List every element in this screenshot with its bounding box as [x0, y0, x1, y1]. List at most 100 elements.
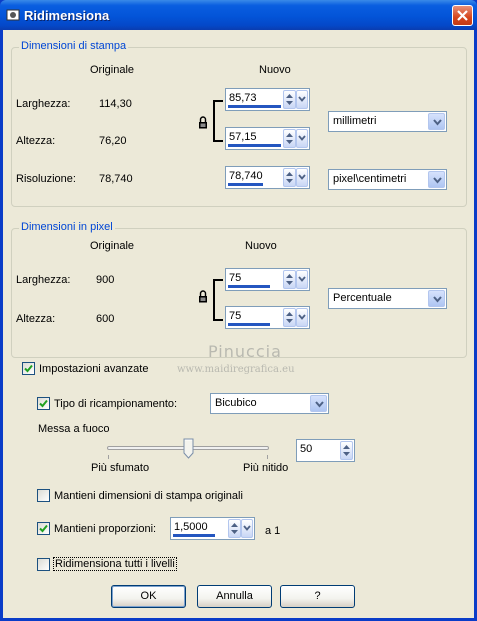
keep-ratio-label[interactable]: Mantieni proporzioni: [54, 523, 156, 535]
pixel-unit-select[interactable]: Percentuale [328, 288, 447, 309]
spin-updown[interactable] [283, 308, 296, 327]
resample-type-checkbox[interactable] [37, 397, 50, 410]
spin-dropdown[interactable] [296, 270, 308, 289]
resize-dialog: Ridimensiona Dimensioni di stampa Origin… [0, 0, 477, 621]
print-unit-value: millimetri [333, 115, 377, 127]
watermark-name: Pinuccia [208, 342, 282, 361]
window-title: Ridimensiona [24, 8, 110, 23]
app-icon [6, 9, 20, 21]
sharpen-label: Messa a fuoco [38, 423, 110, 435]
slider-min-label: Più sfumato [91, 462, 150, 474]
dropdown-arrow[interactable] [428, 290, 445, 307]
spin-updown[interactable] [283, 129, 296, 148]
pixel-new-header: Nuovo [245, 240, 277, 252]
updown-arrows-icon [286, 274, 293, 285]
keep-print-size-label[interactable]: Mantieni dimensioni di stampa originali [54, 490, 243, 502]
spin-updown[interactable] [283, 90, 296, 109]
advanced-settings-checkbox[interactable] [22, 362, 35, 375]
pixel-width-value: 75 [229, 272, 242, 284]
ratio-input[interactable]: 1,5000 [170, 517, 255, 540]
chevron-down-icon [315, 401, 324, 408]
spin-dropdown[interactable] [296, 308, 308, 327]
chevron-down-icon [298, 135, 306, 141]
dropdown-arrow[interactable] [310, 395, 327, 412]
print-height-input[interactable]: 57,15 [225, 127, 310, 150]
spin-updown[interactable] [283, 270, 296, 289]
chevron-down-icon [298, 96, 306, 102]
pixel-height-input[interactable]: 75 [225, 306, 310, 329]
print-height-value: 57,15 [229, 131, 257, 143]
spin-dropdown[interactable] [296, 168, 308, 187]
dropdown-arrow[interactable] [428, 113, 445, 130]
pixel-dimensions-title: Dimensioni in pixel [19, 221, 115, 233]
updown-arrows-icon [231, 523, 238, 534]
resolution-unit-value: pixel\centimetri [333, 173, 407, 185]
print-unit-select[interactable]: millimetri [328, 111, 447, 132]
pixel-link-bracket [213, 279, 223, 321]
ok-button[interactable]: OK [111, 585, 186, 608]
resize-all-layers-checkbox[interactable] [37, 558, 50, 571]
resolution-unit-select[interactable]: pixel\centimetri [328, 169, 447, 190]
print-height-label: Altezza: [16, 135, 56, 147]
pixel-original-header: Originale [90, 240, 135, 252]
print-resolution-value: 78,740 [229, 170, 263, 182]
print-resolution-label: Risoluzione: [16, 173, 76, 185]
keep-ratio-checkbox[interactable] [37, 522, 50, 535]
chevron-down-icon [433, 296, 442, 303]
close-button[interactable] [452, 5, 473, 26]
dropdown-arrow[interactable] [428, 171, 445, 188]
pixel-unit-value: Percentuale [333, 292, 392, 304]
chevron-down-icon [243, 525, 251, 531]
resample-value: Bicubico [215, 397, 257, 409]
lock-icon[interactable] [198, 290, 208, 303]
cancel-button[interactable]: Annulla [197, 585, 272, 608]
check-icon [39, 399, 48, 408]
spin-updown[interactable] [228, 519, 241, 538]
print-resolution-original: 78,740 [99, 173, 133, 185]
spin-dropdown[interactable] [296, 129, 308, 148]
ratio-suffix: a 1 [265, 525, 281, 537]
print-new-header: Nuovo [259, 64, 291, 76]
watermark-url: www.maidiregrafica.eu [177, 364, 295, 375]
print-original-header: Originale [90, 64, 135, 76]
spin-dropdown[interactable] [241, 519, 253, 538]
spin-dropdown[interactable] [296, 90, 308, 109]
print-link-bracket [213, 100, 223, 142]
print-width-label: Larghezza: [16, 98, 71, 110]
advanced-settings-label[interactable]: Impostazioni avanzate [39, 363, 148, 375]
spin-updown[interactable] [340, 441, 353, 460]
check-icon [24, 364, 33, 373]
print-width-input[interactable]: 85,73 [225, 88, 310, 111]
chevron-down-icon [433, 177, 442, 184]
lock-icon[interactable] [198, 116, 208, 129]
sharpen-value-input[interactable]: 50 [296, 439, 355, 462]
print-dimensions-title: Dimensioni di stampa [19, 40, 129, 52]
pixel-height-original: 600 [96, 313, 115, 325]
chevron-down-icon [433, 119, 442, 126]
help-button[interactable]: ? [280, 585, 355, 608]
print-height-original: 76,20 [99, 135, 127, 147]
resample-select[interactable]: Bicubico [210, 393, 329, 414]
resize-all-layers-label[interactable]: Ridimensiona tutti i livelli [53, 557, 177, 571]
keep-print-size-checkbox[interactable] [37, 489, 50, 502]
pixel-width-original: 900 [96, 274, 115, 286]
pixel-width-label: Larghezza: [16, 274, 71, 286]
title-bar[interactable]: Ridimensiona [0, 0, 477, 30]
resample-type-label[interactable]: Tipo di ricampionamento: [54, 398, 177, 410]
updown-arrows-icon [286, 133, 293, 144]
sharpen-slider-thumb[interactable] [183, 438, 194, 459]
pixel-width-input[interactable]: 75 [225, 268, 310, 291]
updown-arrows-icon [286, 172, 293, 183]
check-icon [39, 524, 48, 533]
spin-updown[interactable] [283, 168, 296, 187]
updown-arrows-icon [343, 445, 350, 456]
print-resolution-input[interactable]: 78,740 [225, 166, 310, 189]
updown-arrows-icon [286, 94, 293, 105]
pixel-height-value: 75 [229, 310, 242, 322]
updown-arrows-icon [286, 312, 293, 323]
dialog-body: Dimensioni di stampa Originale Nuovo Lar… [3, 30, 474, 618]
slider-max-label: Più nitido [243, 462, 289, 474]
sharpen-value: 50 [300, 443, 313, 455]
print-width-original: 114,30 [99, 98, 132, 110]
ratio-value: 1,5000 [174, 521, 208, 533]
